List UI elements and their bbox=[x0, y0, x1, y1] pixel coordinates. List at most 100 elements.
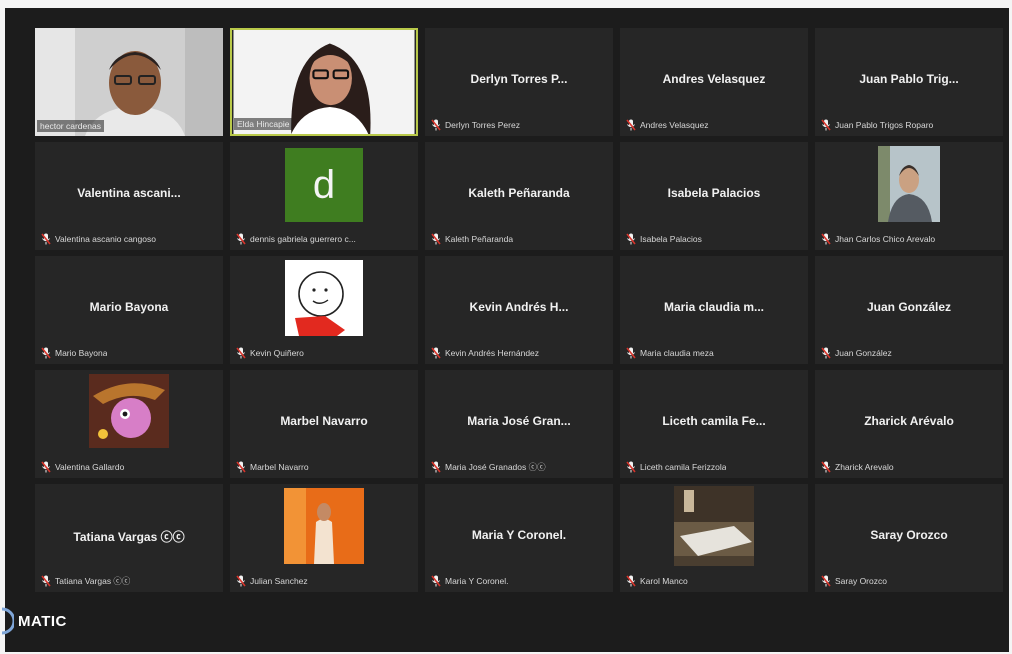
participant-name-label: Saray Orozco bbox=[835, 576, 887, 586]
participant-name-label: Valentina Gallardo bbox=[55, 462, 125, 472]
muted-mic-icon bbox=[431, 575, 441, 587]
participant-display-name: Tatiana Vargas ⓒⓒ bbox=[73, 530, 185, 544]
participant-name-label: Juan Pablo Trigos Roparo bbox=[835, 120, 934, 130]
muted-mic-icon bbox=[431, 233, 441, 245]
brand-watermark: MATIC bbox=[0, 606, 67, 636]
participant-display-name: Mario Bayona bbox=[89, 300, 169, 314]
brand-text: MATIC bbox=[18, 612, 67, 630]
participant-name-label: Derlyn Torres Perez bbox=[445, 120, 520, 130]
participant-tile[interactable]: Isabela Palacios Isabela Palacios bbox=[620, 142, 808, 250]
participant-display-name: Derlyn Torres P... bbox=[470, 72, 568, 86]
participant-tile[interactable]: d dennis gabriela guerrero c... bbox=[230, 142, 418, 250]
participant-display-name: Zharick Arévalo bbox=[864, 414, 954, 428]
avatar-letter: d bbox=[285, 148, 363, 222]
participant-tile[interactable]: Juan Pablo Trig... Juan Pablo Trigos Ropa… bbox=[815, 28, 1003, 136]
participant-tile[interactable]: Mario Bayona Mario Bayona bbox=[35, 256, 223, 364]
muted-mic-icon bbox=[41, 575, 51, 587]
participant-footer: Julian Sanchez bbox=[236, 573, 412, 589]
drawing-video-feed bbox=[285, 260, 363, 336]
muted-mic-icon bbox=[626, 461, 636, 473]
participant-display-name: Maria Y Coronel. bbox=[471, 528, 567, 542]
participant-tile[interactable]: Valentina Gallardo bbox=[35, 370, 223, 478]
participant-footer: Andres Velasquez bbox=[626, 117, 802, 133]
participant-footer: Juan González bbox=[821, 345, 997, 361]
participant-tile[interactable]: Maria claudia m... Maria claudia meza bbox=[620, 256, 808, 364]
participant-name-label: Maria Y Coronel. bbox=[445, 576, 509, 586]
participant-footer: Isabela Palacios bbox=[626, 231, 802, 247]
participant-tile[interactable]: Maria Y Coronel. Maria Y Coronel. bbox=[425, 484, 613, 592]
participant-tile[interactable]: Karol Manco bbox=[620, 484, 808, 592]
participant-name-label: dennis gabriela guerrero c... bbox=[250, 234, 356, 244]
participant-tile[interactable]: Tatiana Vargas ⓒⓒ Tatiana Vargas ⓒⓒ bbox=[35, 484, 223, 592]
participant-display-name: Saray Orozco bbox=[870, 528, 948, 542]
participant-display-name: Kaleth Peñaranda bbox=[468, 186, 570, 200]
participant-footer: Maria Y Coronel. bbox=[431, 573, 607, 589]
participant-tile[interactable]: Marbel Navarro Marbel Navarro bbox=[230, 370, 418, 478]
avatar-image bbox=[878, 146, 940, 222]
participant-name-label: Kevin Andrés Hernández bbox=[445, 348, 540, 358]
avatar-image bbox=[284, 488, 364, 564]
muted-mic-icon bbox=[431, 347, 441, 359]
participant-name-label: Maria claudia meza bbox=[640, 348, 714, 358]
photo-room-video-feed bbox=[674, 486, 754, 566]
muted-mic-icon bbox=[821, 347, 831, 359]
muted-mic-icon bbox=[821, 461, 831, 473]
participant-display-name: Isabela Palacios bbox=[667, 186, 761, 200]
participant-footer: Karol Manco bbox=[626, 573, 802, 589]
participant-tile[interactable]: Kaleth Peñaranda Kaleth Peñaranda bbox=[425, 142, 613, 250]
participant-name-label: Julian Sanchez bbox=[250, 576, 308, 586]
participant-tile[interactable]: Liceth camila Fe... Liceth camila Ferizzo… bbox=[620, 370, 808, 478]
participant-display-name: Andres Velasquez bbox=[662, 72, 766, 86]
muted-mic-icon bbox=[236, 347, 246, 359]
participant-tile[interactable]: Saray Orozco Saray Orozco bbox=[815, 484, 1003, 592]
participant-name-label: Andres Velasquez bbox=[640, 120, 709, 130]
muted-mic-icon bbox=[431, 119, 441, 131]
participant-tile[interactable]: Julian Sanchez bbox=[230, 484, 418, 592]
participant-footer: Zharick Arevalo bbox=[821, 459, 997, 475]
participant-footer: dennis gabriela guerrero c... bbox=[236, 231, 412, 247]
participant-footer: Maria claudia meza bbox=[626, 345, 802, 361]
participant-name-label: Liceth camila Ferizzola bbox=[640, 462, 727, 472]
participant-display-name: Kevin Andrés H... bbox=[469, 300, 569, 314]
cartoon-video-feed bbox=[89, 374, 169, 448]
participant-tile[interactable]: Maria José Gran... Maria José Granados ⓒⓒ bbox=[425, 370, 613, 478]
participant-name-label: hector cardenas bbox=[37, 120, 104, 132]
participant-name-label: Kevin Quiñero bbox=[250, 348, 304, 358]
participant-tile[interactable]: Valentina ascani... Valentina ascanio can… bbox=[35, 142, 223, 250]
participant-footer: Marbel Navarro bbox=[236, 459, 412, 475]
muted-mic-icon bbox=[626, 347, 636, 359]
participant-tile[interactable]: Kevin Andrés H... Kevin Andrés Hernández bbox=[425, 256, 613, 364]
muted-mic-icon bbox=[821, 575, 831, 587]
participant-footer: Kevin Quiñero bbox=[236, 345, 412, 361]
participant-name-label: Jhan Carlos Chico Arevalo bbox=[835, 234, 936, 244]
photo-man-video-feed bbox=[878, 146, 940, 222]
muted-mic-icon bbox=[41, 347, 51, 359]
participant-footer: Tatiana Vargas ⓒⓒ bbox=[41, 573, 217, 589]
participant-tile[interactable]: Elda Hincapie bbox=[230, 28, 418, 136]
participant-tile[interactable]: Zharick Arévalo Zharick Arevalo bbox=[815, 370, 1003, 478]
participant-tile[interactable]: Derlyn Torres P... Derlyn Torres Perez bbox=[425, 28, 613, 136]
muted-mic-icon bbox=[626, 575, 636, 587]
participant-tile[interactable]: Jhan Carlos Chico Arevalo bbox=[815, 142, 1003, 250]
participant-display-name: Valentina ascani... bbox=[77, 186, 181, 200]
meeting-window: hector cardenas Elda Hincapie Derlyn Torre… bbox=[5, 8, 1009, 652]
muted-mic-icon bbox=[236, 575, 246, 587]
muted-mic-icon bbox=[431, 461, 441, 473]
participant-name-label: Juan González bbox=[835, 348, 892, 358]
brand-logo-icon bbox=[1, 607, 14, 635]
participant-tile[interactable]: Juan González Juan González bbox=[815, 256, 1003, 364]
muted-mic-icon bbox=[41, 233, 51, 245]
participant-footer: Kaleth Peñaranda bbox=[431, 231, 607, 247]
photo-orange-video-feed bbox=[284, 488, 364, 564]
participant-display-name: Maria claudia m... bbox=[663, 300, 765, 314]
participant-tile[interactable]: hector cardenas bbox=[35, 28, 223, 136]
participant-name-label: Isabela Palacios bbox=[640, 234, 702, 244]
muted-mic-icon bbox=[821, 233, 831, 245]
participant-tile[interactable]: Kevin Quiñero bbox=[230, 256, 418, 364]
participant-footer: Liceth camila Ferizzola bbox=[626, 459, 802, 475]
participant-footer: Maria José Granados ⓒⓒ bbox=[431, 459, 607, 475]
participant-name-label: Elda Hincapie bbox=[234, 118, 293, 130]
participant-tile[interactable]: Andres Velasquez Andres Velasquez bbox=[620, 28, 808, 136]
avatar-image bbox=[285, 260, 363, 336]
participant-footer: Mario Bayona bbox=[41, 345, 217, 361]
